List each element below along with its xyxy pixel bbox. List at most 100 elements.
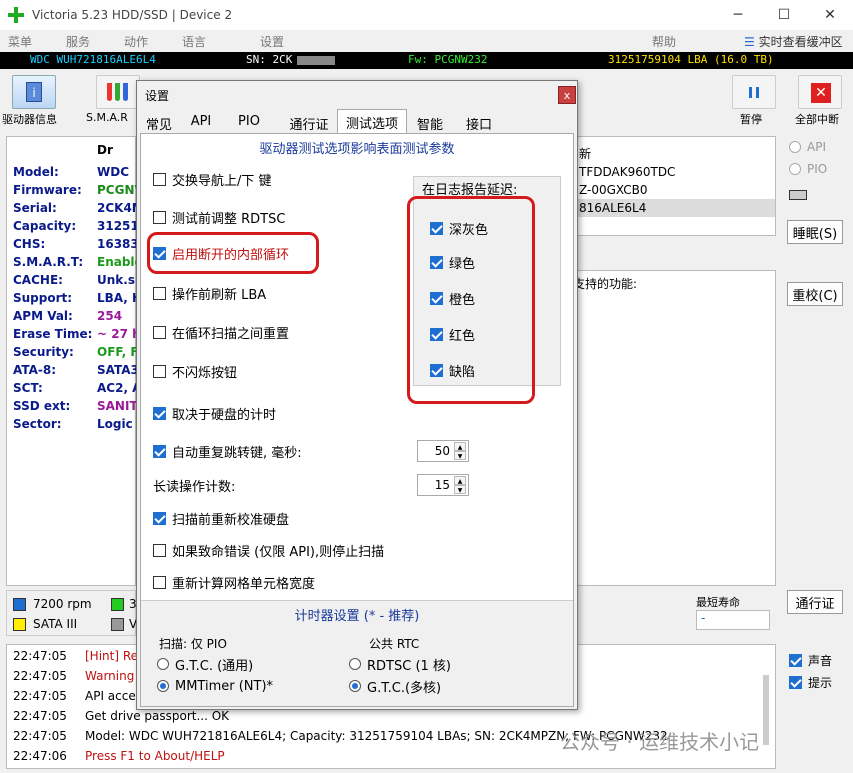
legend-sata: SATA III — [33, 617, 78, 631]
option-swap-nav-keys[interactable]: 交换导航上/下 键 — [153, 170, 272, 189]
menu-bar: 菜单 服务 动作 语言 设置 帮助 ☰ 实时查看缓冲区 — [0, 30, 853, 52]
section-title: 驱动器测试选项影响表面测试参数 — [259, 142, 455, 157]
drive-list-item[interactable]: Z-00GXCB0 — [579, 183, 648, 197]
option-recalibrate-before-scan[interactable]: 扫描前重新校准硬盘 — [153, 509, 289, 528]
info-row-security: Security: OFF, Fr — [13, 345, 144, 359]
test-options-panel: 驱动器测试选项影响表面测试参数 交换导航上/下 键 测试前调整 RDTSC 启用… — [140, 133, 574, 707]
spin-up-icon[interactable]: ▲ — [454, 442, 466, 451]
api-radio[interactable]: API — [789, 140, 826, 154]
highlight-annotation — [147, 232, 319, 274]
title-bar: Victoria 5.23 HDD/SSD | Device 2 ─ ☐ ✕ — [0, 0, 853, 30]
legend-swatch-blue — [13, 598, 26, 611]
stop-icon: ✕ — [811, 83, 831, 103]
mmtimer-radio[interactable]: MMTimer (NT)* — [157, 677, 273, 695]
option-reset-between-loops[interactable]: 在循环扫描之间重置 — [153, 323, 289, 342]
maximize-button[interactable]: ☐ — [761, 0, 807, 30]
menu-item-action[interactable]: 动作 — [124, 33, 148, 50]
log-row: 22:47:05 API acces — [13, 689, 142, 703]
hints-checkbox[interactable]: 提示 — [789, 674, 832, 691]
min-life-label: 最短寿命 — [696, 596, 740, 609]
sleep-button[interactable]: 睡眠(S) — [787, 220, 843, 244]
tab-pio[interactable]: PIO — [231, 111, 267, 133]
spin-down-icon[interactable]: ▼ — [454, 451, 466, 460]
tab-passport[interactable]: 通行证 — [283, 111, 335, 133]
close-button[interactable]: ✕ — [807, 0, 853, 30]
features-label: 支持的功能: — [573, 277, 638, 291]
tab-smart[interactable]: 智能 — [411, 111, 449, 133]
rdtsc-radio[interactable]: RDTSC (1 核) — [349, 655, 451, 674]
status-indicator — [789, 190, 807, 200]
pause-icon — [749, 87, 752, 98]
drive-info-header: Dr — [97, 143, 113, 157]
info-row-erase-time: Erase Time: ~ 27 h — [13, 327, 141, 341]
auto-repeat-spinner[interactable]: 50 ▲ ▼ — [417, 440, 469, 462]
smart-label: S.M.A.R — [86, 111, 128, 124]
menu-item-language[interactable]: 语言 — [182, 33, 206, 50]
tab-common[interactable]: 常见 — [141, 111, 177, 133]
device-model: WDC WUH721816ALE6L4 — [30, 53, 156, 66]
info-row-apm: APM Val: 254 — [13, 309, 123, 323]
log-options-panel: 声音 提示 — [781, 644, 849, 769]
option-stop-on-fatal-error[interactable]: 如果致命错误 (仅限 API),则停止扫描 — [153, 541, 384, 560]
drive-info-label: 驱动器信息 — [2, 113, 57, 126]
info-icon: i — [26, 82, 42, 102]
drive-info-button[interactable]: i — [12, 75, 56, 109]
option-adjust-rdtsc[interactable]: 测试前调整 RDTSC — [153, 208, 285, 227]
gtc-multicore-radio[interactable]: G.T.C.(多核) — [349, 677, 441, 696]
info-row-serial: Serial: 2CK4M — [13, 201, 144, 215]
spin-up-icon[interactable]: ▲ — [454, 476, 466, 485]
recalibrate-button[interactable]: 重校(C) — [787, 282, 843, 306]
realtime-buffer-label: 实时查看缓冲区 — [758, 35, 843, 49]
info-row-sector: Sector: Logic S — [13, 417, 146, 431]
victoria-app-icon — [8, 7, 24, 23]
dialog-title: 设置 — [145, 89, 170, 103]
pause-button[interactable] — [732, 75, 776, 109]
pio-radio[interactable]: PIO — [789, 162, 827, 176]
realtime-buffer-toggle[interactable]: ☰ 实时查看缓冲区 — [744, 33, 843, 50]
device-lba: 31251759104 LBA (16.0 TB) — [608, 53, 774, 66]
info-row-ata8: ATA-8: SATA3 — [13, 363, 139, 377]
timer-title: 计时器设置 (* - 推荐) — [294, 609, 420, 624]
long-read-spinner[interactable]: 15 ▲ ▼ — [417, 474, 469, 496]
passport-button[interactable]: 通行证 — [787, 590, 843, 614]
minimize-button[interactable]: ─ — [715, 0, 761, 30]
menu-item-menu[interactable]: 菜单 — [8, 33, 32, 50]
sound-checkbox[interactable]: 声音 — [789, 652, 832, 669]
log-row: 22:47:05 [Hint] Rec — [13, 649, 145, 663]
option-drive-timing[interactable]: 取决于硬盘的计时 — [153, 404, 276, 423]
tab-api[interactable]: API — [181, 111, 221, 133]
option-recalc-grid-width[interactable]: 重新计算网格单元格宽度 — [153, 573, 315, 592]
long-read-label: 长读操作计数: — [153, 479, 236, 495]
info-row-cache: CACHE: Unk.siz — [13, 273, 147, 287]
gtc-general-radio[interactable]: G.T.C. (通用) — [157, 655, 253, 674]
pause-label: 暂停 — [740, 113, 762, 126]
info-row-smart: S.M.A.R.T: Enable — [13, 255, 143, 269]
info-row-model: Model: WDC — [13, 165, 130, 179]
option-refresh-lba[interactable]: 操作前刷新 LBA — [153, 284, 266, 303]
info-row-support: Support: LBA, H — [13, 291, 143, 305]
highlight-annotation — [407, 196, 535, 404]
tab-interface[interactable]: 接口 — [459, 111, 499, 133]
window-title: Victoria 5.23 HDD/SSD | Device 2 — [32, 8, 233, 22]
option-no-blink-buttons[interactable]: 不闪烁按钮 — [153, 362, 237, 381]
log-row: 22:47:05 Get drive passport... OK — [13, 709, 230, 723]
drive-list-item-selected[interactable]: 816ALE6L4 — [573, 199, 775, 217]
tab-test-options[interactable]: 测试选项 — [337, 109, 407, 134]
drive-list-panel: 新 TFDDAK960TDC Z-00GXCB0 816ALE6L4 — [572, 136, 776, 236]
menu-item-service[interactable]: 服务 — [66, 33, 90, 50]
buffer-icon: ☰ — [744, 35, 755, 49]
dialog-close-button[interactable]: x — [558, 86, 576, 104]
smart-button[interactable] — [96, 75, 140, 109]
menu-item-help[interactable]: 帮助 — [652, 33, 676, 50]
log-scrollbar[interactable] — [763, 675, 769, 745]
menu-item-settings[interactable]: 设置 — [260, 33, 284, 50]
spin-down-icon[interactable]: ▼ — [454, 485, 466, 494]
option-auto-repeat[interactable]: 自动重复跳转键, 毫秒: — [153, 442, 302, 461]
info-row-sct: SCT: AC2, A — [13, 381, 142, 395]
timer-settings: 计时器设置 (* - 推荐) 扫描: 仅 PIO 公共 RTC G.T.C. (… — [141, 600, 573, 706]
features-panel: 支持的功能: — [572, 270, 776, 586]
device-firmware: Fw: PCGNW232 — [408, 53, 488, 66]
stop-all-button[interactable]: ✕ — [798, 75, 842, 109]
drive-list-item[interactable]: TFDDAK960TDC — [579, 165, 675, 179]
settings-dialog: 设置 x 常见 API PIO 通行证 测试选项 智能 接口 驱动器测试选项影响… — [136, 80, 578, 710]
